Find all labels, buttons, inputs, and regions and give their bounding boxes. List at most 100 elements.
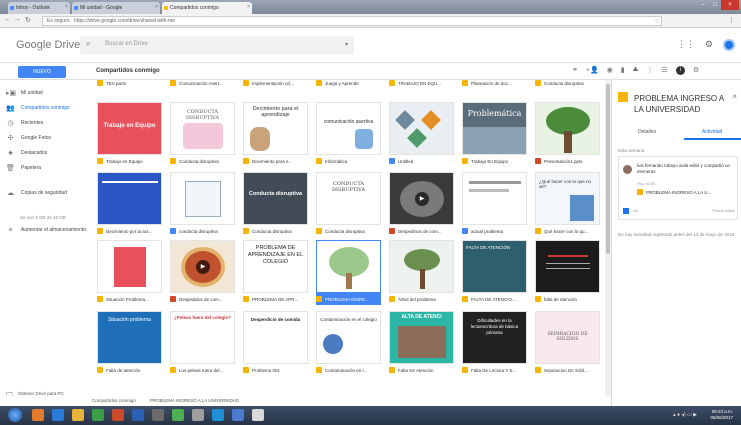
sidebar-item-my-drive[interactable]: ▸▣ Mi unidad: [6, 87, 43, 99]
file-card[interactable]: falta de atención: [535, 240, 600, 305]
word-icon[interactable]: [132, 409, 144, 421]
sidebar-item-backups[interactable]: ☁ Copias de seguridad: [6, 187, 67, 199]
file-card[interactable]: Situación problema Falta de atención: [97, 311, 162, 376]
file-card[interactable]: Presentación1.pptx: [535, 102, 600, 167]
account-avatar[interactable]: [723, 39, 735, 51]
browser-tab-active[interactable]: Compartidos conmigo ×: [162, 2, 252, 14]
url-input[interactable]: Es seguro https://drive.google.com/drive…: [42, 16, 662, 26]
new-button[interactable]: NUEVO: [18, 66, 66, 78]
app-icon[interactable]: [152, 409, 164, 421]
minimize-icon[interactable]: –: [697, 0, 709, 10]
file-card[interactable]: ALTA DE ATENCI Falta De Atención: [389, 311, 454, 376]
forward-icon[interactable]: →: [14, 16, 21, 23]
file-card[interactable]: comunicación asertiva Informática: [316, 102, 381, 167]
play-icon[interactable]: ▶: [196, 260, 210, 274]
file-card[interactable]: TEV parts: [97, 80, 162, 89]
system-tray[interactable]: ▴ ● ◂) ▭ ▶: [673, 412, 697, 418]
file-card[interactable]: ▶ Despedinos de com...: [389, 172, 454, 237]
file-card[interactable]: Conducta disruptiva: [535, 80, 600, 89]
explorer-icon[interactable]: [52, 409, 64, 421]
file-card[interactable]: CONDUCTA DISRUPTIVA Conducta disruptiva: [316, 172, 381, 237]
file-card[interactable]: conducta disruptiva: [170, 172, 235, 237]
apps-grid-icon[interactable]: ⋮⋮: [677, 39, 695, 51]
file-thumbnail: [316, 240, 381, 293]
file-card[interactable]: actual problema: [462, 172, 527, 237]
more-actions-icon[interactable]: ⋮: [647, 66, 654, 75]
file-card[interactable]: Árbol del problema: [389, 240, 454, 305]
app-icon[interactable]: [212, 409, 224, 421]
bookmark-star-icon[interactable]: ☆: [654, 17, 660, 25]
file-card[interactable]: Implementación (e)...: [243, 80, 308, 89]
maximize-icon[interactable]: □: [709, 0, 721, 10]
close-tab-icon[interactable]: ×: [155, 4, 158, 10]
file-card[interactable]: FALTA DE ATENCIÓN FALTA DE ATENCIO...: [462, 240, 527, 305]
sidebar-item-photos[interactable]: ✣ Google Fotos: [6, 132, 51, 144]
file-card[interactable]: Juega y Aprende: [316, 80, 381, 89]
file-card[interactable]: PROBLEMA DE APRENDIZAJE EN EL COLEGIO PR…: [243, 240, 308, 305]
file-card[interactable]: Decimiento por la act...: [97, 172, 162, 237]
link-icon[interactable]: ⚭: [572, 66, 578, 75]
tab-activity[interactable]: Actividad: [702, 129, 722, 135]
file-card[interactable]: ¿Qué hacer con lo que no sé? Qué hacer c…: [535, 172, 600, 237]
file-card[interactable]: Problemática Trabajo En Equipo: [462, 102, 527, 167]
file-card[interactable]: Contaminación en el colegio Contaminació…: [316, 311, 381, 376]
file-card[interactable]: Conducta disruptiva Conducta disruptiva: [243, 172, 308, 237]
delete-icon[interactable]: ▮: [621, 66, 625, 75]
file-card[interactable]: TRABAJO EN EQU...: [389, 80, 454, 89]
search-icon[interactable]: ⌕: [86, 39, 90, 49]
file-name: Los peleas tuera del...: [170, 364, 235, 376]
sidebar-item-trash[interactable]: 🗑 Papelera: [6, 162, 41, 174]
app-icon[interactable]: [232, 409, 244, 421]
sidebar-item-recent[interactable]: ◷ Recientes: [6, 117, 43, 129]
file-card[interactable]: Comunicación Asert...: [170, 80, 235, 89]
start-button[interactable]: [8, 408, 22, 422]
app-icon[interactable]: [252, 409, 264, 421]
preview-icon[interactable]: ◉: [607, 66, 613, 75]
file-card[interactable]: Trabajo en Equipo Trabajo en Equipo: [97, 102, 162, 167]
tab-details[interactable]: Detalles: [638, 129, 656, 135]
close-panel-icon[interactable]: ×: [732, 92, 737, 101]
file-card[interactable]: Desperdicio de comida Problema 001: [243, 311, 308, 376]
sidebar-item-shared[interactable]: 👥 Compartidos conmigo: [6, 102, 70, 114]
powerpoint-icon[interactable]: [112, 409, 124, 421]
file-card[interactable]: Dificultades en la lectoescritura de bás…: [462, 311, 527, 376]
close-tab-icon[interactable]: ×: [247, 4, 250, 10]
search-box[interactable]: ⌕ Buscar en Drive ▾: [80, 36, 354, 54]
search-options-icon[interactable]: ▾: [345, 41, 348, 48]
add-person-icon[interactable]: +👤: [586, 66, 599, 75]
file-card[interactable]: Untitled: [389, 102, 454, 167]
settings-icon[interactable]: ⚙: [693, 66, 699, 75]
add-to-drive-icon[interactable]: ⛰: [633, 66, 639, 75]
back-icon[interactable]: ←: [4, 16, 11, 23]
file-card[interactable]: CONDUCTA DISRUPTIVA Conducta disruptiva: [170, 102, 235, 167]
file-card[interactable]: ¿Peleas fuera del colegio? Los peleas tu…: [170, 311, 235, 376]
close-window-icon[interactable]: ×: [721, 0, 739, 10]
google-drive-logo[interactable]: Google Drive: [16, 39, 80, 51]
reload-icon[interactable]: ↻: [25, 16, 31, 24]
upgrade-storage-link[interactable]: ≡ Aumentar el almacenamiento: [6, 224, 86, 236]
browser-tab[interactable]: Inbox - Outlook ×: [8, 2, 70, 14]
settings-icon[interactable]: ⚙: [705, 39, 713, 51]
breadcrumb[interactable]: Compartidos conmigo: [96, 68, 160, 74]
file-card[interactable]: SEPARACION DE SOLIDOS Separacion De Sóld…: [535, 311, 600, 376]
close-tab-icon[interactable]: ×: [65, 4, 68, 10]
file-card[interactable]: Planeación de doc...: [462, 80, 527, 89]
browser-menu-icon[interactable]: ⋮: [728, 16, 735, 24]
chrome-icon[interactable]: [172, 409, 184, 421]
scrollbar-thumb[interactable]: [606, 84, 610, 254]
browser-tab[interactable]: Mi unidad - Google ×: [72, 2, 160, 14]
list-view-icon[interactable]: ☰: [662, 66, 668, 75]
clock[interactable]: 08:23 a.m. 06/06/2017: [710, 409, 733, 421]
file-card[interactable]: Situación Problema...: [97, 240, 162, 305]
file-card[interactable]: ▶ Despedidos de com...: [170, 240, 235, 305]
excel-icon[interactable]: [92, 409, 104, 421]
info-icon[interactable]: i: [675, 66, 685, 75]
media-player-icon[interactable]: [32, 409, 44, 421]
app-icon[interactable]: [192, 409, 204, 421]
activity-file[interactable]: PROBLEMA INGRESO A LA U...: [637, 189, 711, 195]
play-icon[interactable]: ▶: [415, 192, 429, 206]
file-card-selected[interactable]: PROBLEMA INGRE...: [316, 240, 381, 305]
file-card[interactable]: Decimiento para el aprendizaje Decimient…: [243, 102, 308, 167]
sidebar-item-starred[interactable]: ★ Destacados: [6, 147, 47, 159]
folder-icon[interactable]: [72, 409, 84, 421]
